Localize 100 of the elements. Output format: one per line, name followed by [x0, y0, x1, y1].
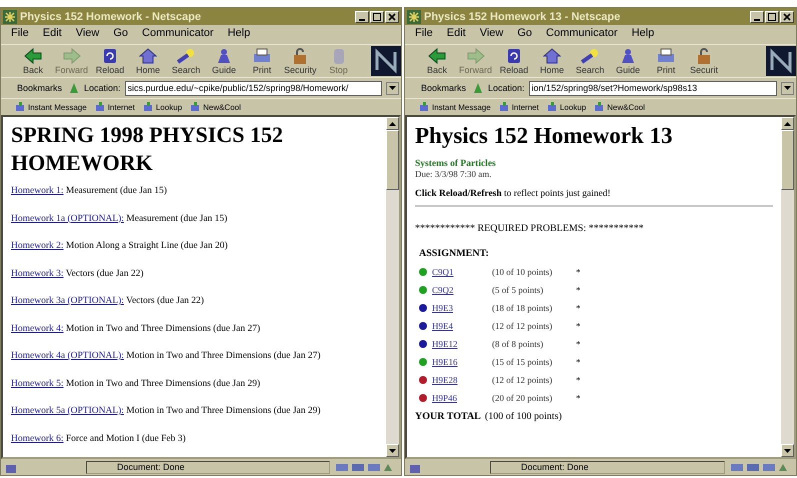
- page-heading: Physics 152 Homework 13: [415, 123, 674, 149]
- homework-description: Force and Motion I (due Feb 3): [66, 434, 186, 444]
- close-button[interactable]: [780, 10, 794, 22]
- minimize-button[interactable]: [750, 10, 764, 22]
- homework-link[interactable]: Homework 5:: [11, 378, 64, 388]
- menu-item[interactable]: File: [415, 27, 433, 42]
- menu-item[interactable]: View: [480, 27, 504, 42]
- problem-mark: *: [576, 375, 580, 385]
- dropdown-button[interactable]: [781, 82, 794, 94]
- location-label: Location:: [84, 83, 121, 93]
- menu-item[interactable]: Communicator: [142, 27, 214, 42]
- assignment-label: ASSIGNMENT:: [419, 248, 490, 259]
- problem-link[interactable]: H9E4: [432, 321, 492, 331]
- personal-toolbar-button[interactable]: Lookup: [546, 102, 586, 112]
- problem-points: (15 of 15 points): [492, 357, 554, 367]
- menu-item[interactable]: File: [11, 27, 29, 42]
- menu-item[interactable]: Communicator: [546, 27, 618, 42]
- toolbar-button[interactable]: Back: [419, 47, 455, 75]
- problem-link[interactable]: H9E12: [432, 339, 492, 349]
- maximize-button[interactable]: [765, 10, 779, 22]
- up-arrow-icon[interactable]: [389, 122, 396, 126]
- home-icon: [137, 47, 160, 65]
- homework-description: Motion in Two and Three Dimensions (due Jan 27): [126, 351, 321, 361]
- bookmarks-button[interactable]: Bookmarks: [15, 83, 64, 93]
- homework-link[interactable]: Homework 1a (OPTIONAL):: [11, 214, 124, 224]
- vertical-scrollbar[interactable]: [386, 117, 399, 457]
- problem-points: (10 of 10 points): [492, 267, 554, 277]
- personal-toolbar-button[interactable]: Lookup: [142, 102, 182, 112]
- personal-toolbar-button[interactable]: Internet: [498, 102, 539, 112]
- section-heading: ************ REQUIRED PROBLEMS: ***********: [415, 223, 645, 234]
- toolbar-button[interactable]: Reload: [92, 47, 128, 75]
- toolbar-button[interactable]: Search: [168, 47, 204, 75]
- personal-toolbar-button[interactable]: Instant Message: [15, 102, 87, 112]
- homework-link[interactable]: Homework 3a (OPTIONAL):: [11, 296, 124, 306]
- toolbar-button[interactable]: Guide: [610, 47, 646, 75]
- arrow-right-icon: [60, 47, 82, 65]
- toolbar-button[interactable]: Search: [572, 47, 608, 75]
- problem-link[interactable]: C9Q1: [432, 267, 492, 277]
- dropdown-button[interactable]: [386, 82, 399, 94]
- location-icon: [68, 82, 80, 94]
- scroll-thumb[interactable]: [386, 130, 399, 190]
- menu-item[interactable]: Help: [632, 27, 654, 42]
- app-icon: [407, 10, 421, 24]
- location-field[interactable]: sics.purdue.edu/~cpike/public/152/spring98/Homework/: [124, 80, 382, 96]
- homework-link[interactable]: Homework 5a (OPTIONAL):: [11, 406, 124, 416]
- personal-toolbar-button[interactable]: New&Cool: [190, 102, 241, 112]
- homework-link[interactable]: Homework 6:: [11, 434, 64, 444]
- toolbar-button[interactable]: Guide: [206, 47, 242, 75]
- location-field[interactable]: ion/152/spring98/set?Homework/sp98s13: [528, 80, 777, 96]
- minimize-button[interactable]: [355, 10, 369, 22]
- problem-points: (8 of 8 points): [492, 339, 544, 349]
- arrow-right-icon: [464, 47, 486, 65]
- window-title: Physics 152 Homework - Netscape: [20, 10, 202, 22]
- problem-link[interactable]: H9E28: [432, 375, 492, 385]
- down-arrow-icon[interactable]: [389, 448, 396, 452]
- folder-icon: [94, 102, 105, 112]
- reload-notice: Click Reload/Refresh to reflect points just gained!: [415, 189, 612, 199]
- toolbar-button[interactable]: Print: [648, 47, 684, 75]
- total-label: YOUR TOTAL: [415, 411, 481, 422]
- toolbar-button[interactable]: Reload: [496, 47, 532, 75]
- menu-item[interactable]: Go: [113, 27, 128, 42]
- vertical-scrollbar[interactable]: [781, 117, 794, 457]
- menu-item[interactable]: Go: [517, 27, 532, 42]
- close-button[interactable]: [385, 10, 399, 22]
- maximize-button[interactable]: [370, 10, 384, 22]
- problem-link[interactable]: C9Q2: [432, 285, 492, 295]
- homework-link[interactable]: Homework 1:: [11, 186, 64, 196]
- toolbar-button[interactable]: Home: [130, 47, 166, 75]
- problem-link[interactable]: H9E3: [432, 303, 492, 313]
- folder-icon: [142, 102, 153, 112]
- homework-description: Measurement (due Jan 15): [126, 214, 228, 224]
- down-arrow-icon[interactable]: [784, 448, 791, 452]
- problem-mark: *: [576, 339, 580, 349]
- toolbar-button[interactable]: Back: [15, 47, 51, 75]
- homework-link[interactable]: Homework 3:: [11, 268, 64, 278]
- close-icon: [783, 12, 791, 20]
- personal-toolbar-button[interactable]: Internet: [94, 102, 135, 112]
- caret-icon: [784, 86, 791, 90]
- toolbar-button[interactable]: Print: [244, 47, 280, 75]
- homework-link[interactable]: Homework 2:: [11, 241, 64, 251]
- homework-link[interactable]: Homework 4a (OPTIONAL):: [11, 351, 124, 361]
- bookmarks-button[interactable]: Bookmarks: [419, 83, 468, 93]
- toolbar-button[interactable]: Securit: [686, 47, 722, 75]
- folder-icon: [190, 102, 200, 112]
- toolbar-button[interactable]: Home: [534, 47, 570, 75]
- scroll-thumb[interactable]: [781, 130, 794, 190]
- menu-item[interactable]: View: [76, 27, 100, 42]
- folder-icon: [15, 102, 25, 112]
- personal-toolbar-button[interactable]: Instant Message: [419, 102, 491, 112]
- problem-link[interactable]: H9E16: [432, 357, 492, 367]
- problem-mark: *: [576, 303, 580, 313]
- problem-link[interactable]: H9P46: [432, 393, 492, 403]
- up-arrow-icon[interactable]: [784, 122, 791, 126]
- personal-toolbar-button[interactable]: New&Cool: [594, 102, 645, 112]
- menu-item[interactable]: Edit: [446, 27, 466, 42]
- toolbar-button[interactable]: Security: [282, 47, 319, 75]
- menu-item[interactable]: Help: [228, 27, 250, 42]
- arrow-left-icon: [426, 47, 448, 65]
- menu-item[interactable]: Edit: [42, 27, 62, 42]
- homework-link[interactable]: Homework 4:: [11, 324, 64, 334]
